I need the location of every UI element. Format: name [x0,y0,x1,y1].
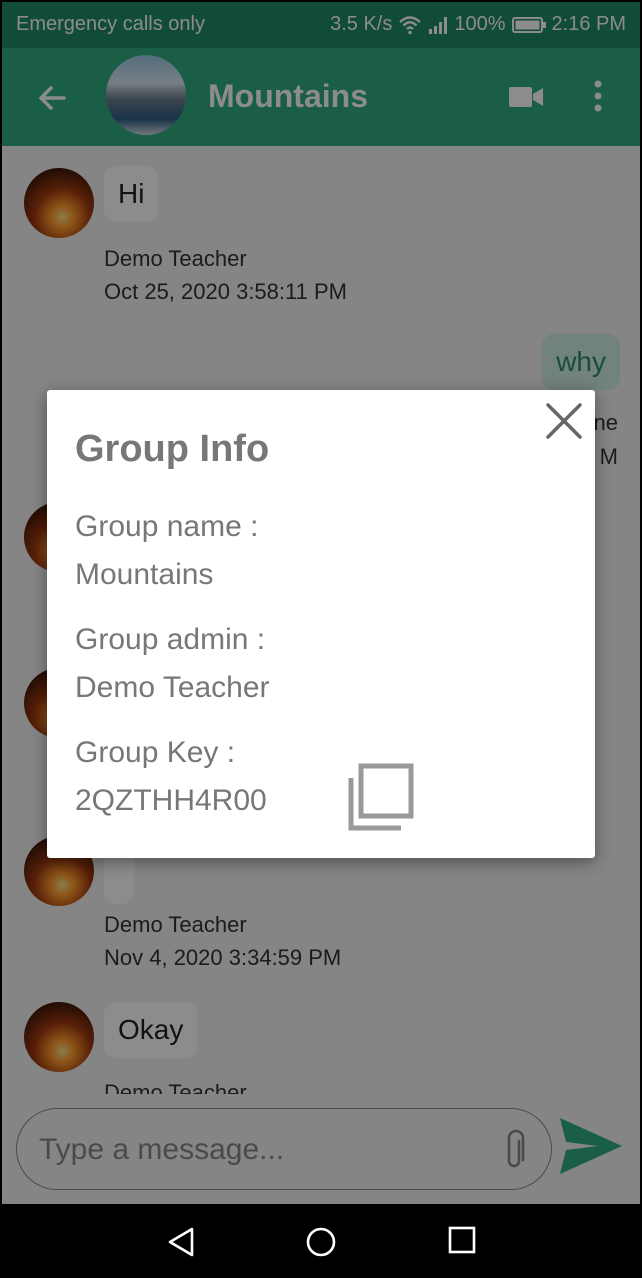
group-key-value: 2QZTHH4R00 [75,784,267,817]
group-key-label: Group Key : [75,736,236,769]
close-icon[interactable] [543,400,585,442]
dialog-title: Group Info [75,428,270,470]
system-nav-bar [2,1204,640,1276]
group-name-value: Mountains [75,558,214,591]
group-info-dialog: Group Info Group name : Mountains Group … [47,390,595,858]
screen: Emergency calls only 3.5 K/s 100% 2:16 P… [2,2,640,1276]
nav-home-icon[interactable] [305,1226,337,1258]
copy-icon[interactable] [345,762,417,834]
nav-recents-icon[interactable] [448,1226,476,1254]
group-name-label: Group name : [75,510,259,543]
group-admin-label: Group admin : [75,623,266,656]
group-admin-value: Demo Teacher [75,671,270,704]
nav-back-icon[interactable] [166,1226,196,1258]
